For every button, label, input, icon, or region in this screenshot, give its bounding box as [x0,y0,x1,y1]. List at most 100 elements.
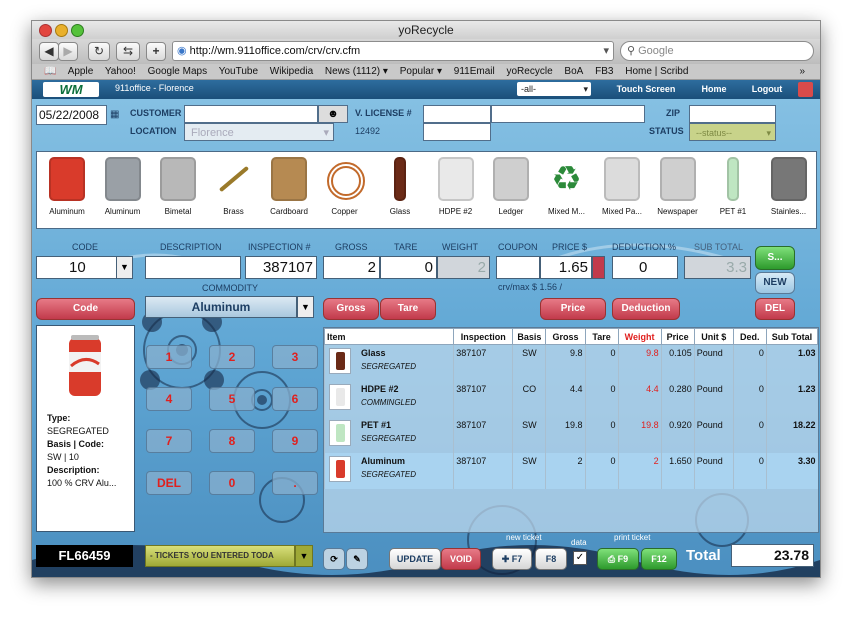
product-tile[interactable]: Stainles... [763,152,815,228]
snapback-button[interactable]: ⇆ [116,42,140,61]
product-tile[interactable]: Ledger [485,152,537,228]
f8-button[interactable]: F8 [535,548,567,570]
inspection-field[interactable]: 387107 [245,256,317,279]
coupon-field[interactable] [496,256,540,279]
keypad-key[interactable]: 1 [146,345,192,369]
commodity-dropdown-button[interactable]: ▼ [297,296,314,318]
new-button[interactable]: NEW [755,272,795,294]
deduction-field[interactable]: 0 [612,256,678,279]
keypad-key[interactable]: 6 [272,387,318,411]
delete-line-button[interactable]: DEL [755,298,795,320]
url-dropdown-icon[interactable]: ▾ [603,42,609,60]
table-row[interactable]: Aluminum SEGREGATED 387107 SW 2 0 2 1.650 Pound 0… [324,453,818,489]
tare-button[interactable]: Tare [380,298,436,320]
tools-button[interactable]: ✎ [346,548,368,570]
keypad-key[interactable]: DEL [146,471,192,495]
bookmark-item[interactable]: Apple [68,66,94,77]
location-select[interactable]: Florence ▾ [184,123,334,141]
product-tile[interactable]: ♻ Mixed M... [541,152,593,228]
bookmark-item[interactable]: YouTube [219,66,258,77]
product-tile[interactable]: Cardboard [263,152,315,228]
license-extra-input[interactable] [491,105,645,123]
update-button[interactable]: UPDATE [389,548,441,570]
minimize-window-button[interactable] [55,24,68,37]
close-app-icon[interactable] [798,82,813,97]
table-row[interactable]: PET #1 SEGREGATED 387107 SW 19.8 0 19.8 0.920 Po… [324,417,818,453]
gross-field[interactable]: 2 [323,256,380,279]
bookmark-item[interactable]: Home | Scribd [625,66,688,77]
product-tile[interactable]: Aluminum [41,152,93,228]
license-state-input[interactable] [423,123,491,141]
product-tile[interactable]: Glass [374,152,426,228]
f12-button[interactable]: F12 [641,548,677,570]
keypad-key[interactable]: . [272,471,318,495]
data-checkbox[interactable]: ✓ [573,551,587,565]
tare-field[interactable]: 0 [380,256,437,279]
void-button[interactable]: VOID [441,548,481,570]
zip-input[interactable] [689,105,776,123]
back-button[interactable]: ◀ [39,42,59,61]
status-select[interactable]: --status-- ▾ [689,123,776,141]
keypad-key[interactable]: 5 [209,387,255,411]
product-tile[interactable]: Bimetal [152,152,204,228]
table-row[interactable]: HDPE #2 COMMINGLED 387107 CO 4.4 0 4.4 0.280 Pou… [324,381,818,417]
customer-lookup-button[interactable]: ☻ [318,105,348,123]
date-field[interactable]: 05/22/2008 [36,105,107,125]
zoom-window-button[interactable] [71,24,84,37]
price-field[interactable]: 1.65 [540,256,592,279]
bookmark-item[interactable]: Popular ▾ [400,66,442,77]
filter-select[interactable]: -all- ▾ [517,82,591,96]
keypad-key[interactable]: 0 [209,471,255,495]
save-button[interactable]: S... [755,246,795,270]
product-tile[interactable]: PET #1 [707,152,759,228]
product-tile[interactable]: Aluminum [97,152,149,228]
nav-home[interactable]: Home [692,82,736,97]
price-button[interactable]: Price [540,298,606,320]
keypad-key[interactable]: 8 [209,429,255,453]
print-f9-button[interactable]: ⎙ F9 [597,548,639,570]
calendar-icon[interactable]: ▦ [110,109,119,120]
deduction-button[interactable]: Deduction [612,298,680,320]
bookmark-item[interactable]: Wikipedia [270,66,313,77]
description-field[interactable] [145,256,241,279]
keypad-key[interactable]: 9 [272,429,318,453]
keypad-key[interactable]: 4 [146,387,192,411]
table-row[interactable]: Glass SEGREGATED 387107 SW 9.8 0 9.8 0.105 Pound… [324,344,818,381]
gross-button[interactable]: Gross [323,298,379,320]
code-dropdown-button[interactable]: ▼ [116,256,133,279]
bookmarks-book-icon[interactable]: 📖 [44,66,56,77]
bookmark-item[interactable]: BoA [564,66,583,77]
add-bookmark-button[interactable]: + [146,42,166,61]
bookmark-item[interactable]: 911Email [454,66,495,77]
bookmarks-overflow-icon[interactable]: » [799,64,805,79]
close-window-button[interactable] [39,24,52,37]
tickets-dropdown-button[interactable]: ▼ [295,545,313,567]
bookmark-item[interactable]: Yahoo! [105,66,136,77]
new-ticket-f7-button[interactable]: ✚ F7 [492,548,532,570]
url-bar[interactable]: ◉ http://wm.911office.com/crv/crv.cfm ▾ [172,41,614,61]
nav-logout[interactable]: Logout [741,82,793,97]
search-field[interactable]: ⚲ Google [620,41,814,61]
bookmark-item[interactable]: FB3 [595,66,613,77]
product-tile[interactable]: Brass [208,152,260,228]
forward-button[interactable]: ▶ [58,42,78,61]
keypad-key[interactable]: 2 [209,345,255,369]
commodity-select[interactable]: Aluminum [145,296,297,318]
nav-touch-screen[interactable]: Touch Screen [609,82,683,97]
product-tile[interactable]: HDPE #2 [430,152,482,228]
bookmark-item[interactable]: Google Maps [148,66,207,77]
license-input[interactable] [423,105,491,123]
product-tile[interactable]: Newspaper [652,152,704,228]
refresh-button[interactable]: ⟳ [323,548,345,570]
bookmark-item[interactable]: yoRecycle [507,66,553,77]
keypad-key[interactable]: 7 [146,429,192,453]
tickets-today-select[interactable]: - TICKETS YOU ENTERED TODA [145,545,295,567]
product-tile[interactable]: Copper [319,152,371,228]
reload-button[interactable]: ↻ [88,42,110,61]
code-button[interactable]: Code [36,298,135,320]
product-tile[interactable]: Mixed Pa... [596,152,648,228]
code-field[interactable]: 10 [36,256,120,279]
keypad-key[interactable]: 3 [272,345,318,369]
customer-input[interactable] [184,105,318,123]
bookmark-item[interactable]: News (1112) ▾ [325,66,388,77]
